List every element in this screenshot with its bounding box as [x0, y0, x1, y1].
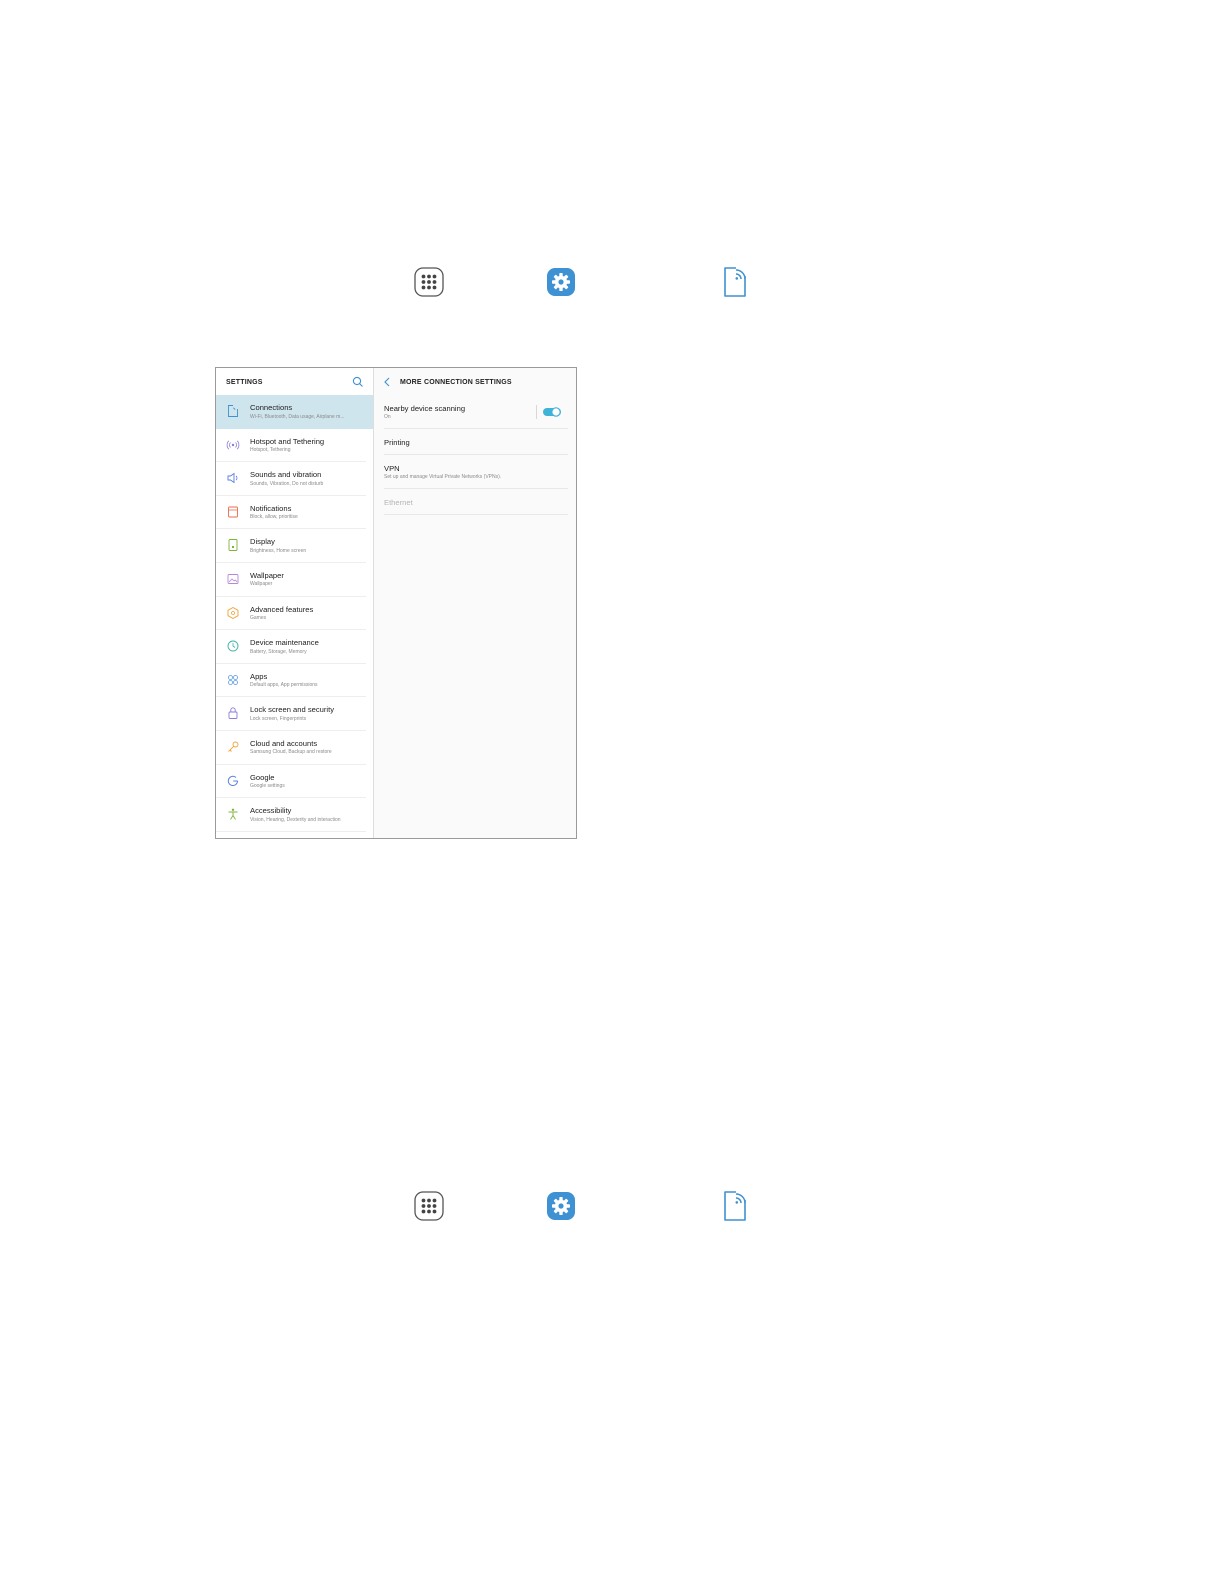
settings-item-subtitle: Samsung Cloud, Backup and restore [250, 749, 332, 756]
settings-item-title: Cloud and accounts [250, 738, 318, 748]
more-connection-title: MORE CONNECTION SETTINGS [400, 379, 512, 386]
settings-menu-list: Connections Wi-Fi, Bluetooth, Data usage,… [216, 395, 373, 832]
settings-item-title: Notifications [250, 503, 292, 513]
bottom-icon-row [0, 1186, 1225, 1226]
settings-item-title: Display [250, 537, 275, 547]
connections-icon[interactable] [714, 262, 754, 302]
printing-label: Printing [384, 438, 410, 447]
settings-item-notifications[interactable]: Notifications Block, allow, prioritise [216, 496, 366, 530]
settings-item-wallpaper[interactable]: Wallpaper Wallpaper [216, 563, 366, 597]
settings-item-subtitle: Block, allow, prioritise [250, 514, 298, 521]
settings-item-lock-screen-and-security[interactable]: Lock screen and security Lock screen, Fin… [216, 697, 366, 731]
more-connection-header: MORE CONNECTION SETTINGS [374, 368, 576, 395]
nearby-scanning-toggle[interactable] [543, 407, 561, 417]
notification-icon [226, 505, 240, 519]
settings-item-title: Accessibility [250, 806, 292, 816]
settings-item-connections[interactable]: Connections Wi-Fi, Bluetooth, Data usage,… [216, 395, 373, 429]
vpn-item[interactable]: VPN Set up and manage Virtual Private Ne… [384, 455, 568, 489]
connections-icon[interactable] [714, 1186, 754, 1226]
settings-item-subtitle: Games [250, 615, 267, 622]
hotspot-icon [226, 438, 240, 452]
settings-item-subtitle: Lock screen, Fingerprints [250, 715, 307, 722]
settings-item-title: Hotspot and Tethering [250, 436, 325, 446]
apps-grid-icon[interactable] [409, 1186, 449, 1226]
settings-item-title: Connections [250, 403, 293, 412]
google-icon [226, 774, 240, 788]
apps-icon [226, 673, 240, 687]
settings-item-title: Apps [250, 671, 268, 681]
vpn-description: Set up and manage Virtual Private Networ… [384, 474, 502, 480]
settings-item-google[interactable]: Google Google settings [216, 765, 366, 799]
settings-title: SETTINGS [226, 379, 263, 386]
settings-header: SETTINGS [216, 368, 373, 395]
settings-item-device-maintenance[interactable]: Device maintenance Battery, Storage, Memo… [216, 630, 366, 664]
settings-gear-icon[interactable] [541, 1186, 581, 1226]
settings-item-title: Lock screen and security [250, 705, 334, 715]
vpn-label: VPN [384, 464, 400, 473]
accessibility-icon [226, 807, 240, 821]
settings-item-title: Wallpaper [250, 570, 284, 580]
settings-item-subtitle: Brightness, Home screen [250, 547, 307, 554]
wallpaper-icon [226, 572, 240, 586]
more-connection-settings-pane: MORE CONNECTION SETTINGS Nearby device s… [374, 368, 576, 838]
settings-item-subtitle: Battery, Storage, Memory [250, 648, 307, 655]
nearby-device-scanning-label: Nearby device scanning [384, 404, 466, 413]
lock-icon [226, 706, 240, 720]
settings-item-title: Device maintenance [250, 638, 319, 648]
apps-grid-icon[interactable] [409, 262, 449, 302]
settings-item-title: Advanced features [250, 604, 314, 614]
ethernet-label: Ethernet [384, 498, 413, 507]
settings-item-subtitle: Wi-Fi, Bluetooth, Data usage, Airplane m… [250, 413, 345, 420]
device-maintenance-icon [226, 639, 240, 653]
settings-list-pane: SETTINGS Connections Wi-Fi, Bluetooth, Da… [216, 368, 374, 838]
settings-item-advanced-features[interactable]: Advanced features Games [216, 597, 366, 631]
settings-item-cloud-and-accounts[interactable]: Cloud and accounts Samsung Cloud, Backup … [216, 731, 366, 765]
search-icon[interactable] [352, 376, 364, 388]
settings-item-subtitle: Default apps, App permissions [250, 682, 318, 689]
advanced-features-icon [226, 606, 240, 620]
top-icon-row [0, 262, 1225, 302]
connections-icon [226, 404, 240, 418]
key-icon [226, 740, 240, 754]
ethernet-item: Ethernet [384, 489, 568, 515]
toggle-divider [536, 405, 537, 419]
display-icon [226, 538, 240, 552]
back-arrow-icon[interactable] [383, 377, 392, 387]
tablet-settings-screen: SETTINGS Connections Wi-Fi, Bluetooth, Da… [215, 367, 577, 839]
sound-icon [226, 471, 240, 485]
settings-item-subtitle: Hotspot, Tethering [250, 447, 291, 454]
nearby-device-scanning-item[interactable]: Nearby device scanning On [384, 395, 568, 429]
settings-item-accessibility[interactable]: Accessibility Vision, Hearing, Dexterity … [216, 798, 366, 832]
settings-item-subtitle: Google settings [250, 783, 285, 790]
settings-item-subtitle: Sounds, Vibration, Do not disturb [250, 480, 324, 487]
settings-item-hotspot-and-tethering[interactable]: Hotspot and Tethering Hotspot, Tethering [216, 429, 366, 463]
settings-item-subtitle: Vision, Hearing, Dexterity and interacti… [250, 816, 341, 823]
settings-item-title: Google [250, 772, 275, 782]
settings-item-sounds-and-vibration[interactable]: Sounds and vibration Sounds, Vibration, D… [216, 462, 366, 496]
settings-item-subtitle: Wallpaper [250, 581, 273, 588]
settings-item-apps[interactable]: Apps Default apps, App permissions [216, 664, 366, 698]
settings-gear-icon[interactable] [541, 262, 581, 302]
settings-item-title: Sounds and vibration [250, 470, 322, 480]
nearby-device-scanning-status: On [384, 414, 391, 420]
settings-item-display[interactable]: Display Brightness, Home screen [216, 529, 366, 563]
printing-item[interactable]: Printing [384, 429, 568, 455]
